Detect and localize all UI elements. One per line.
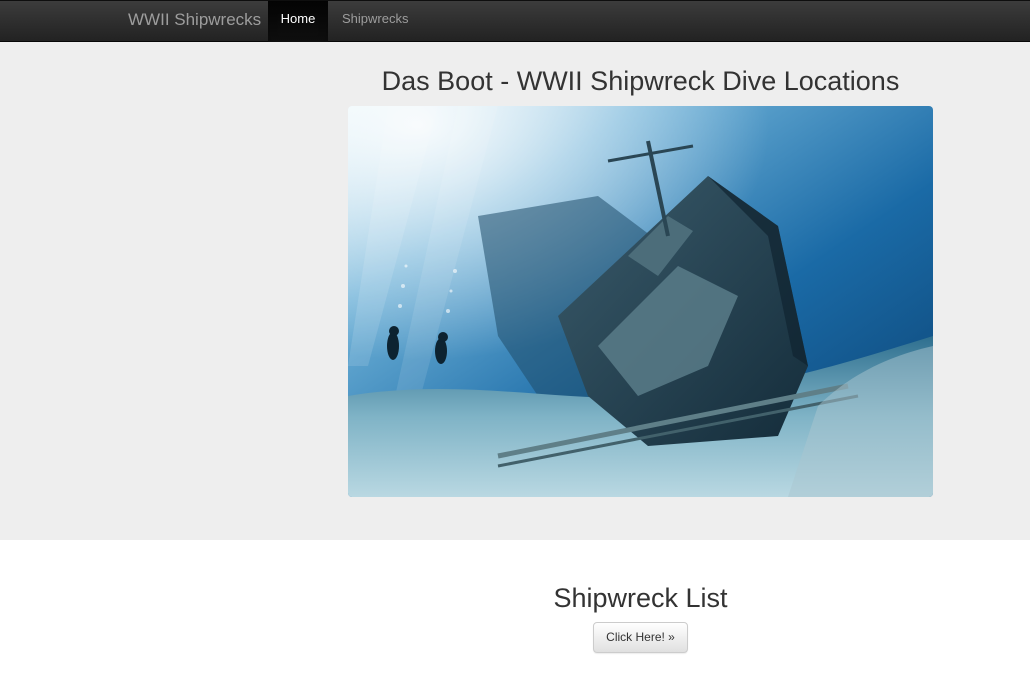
shipwreck-illustration [348,106,933,497]
hero-shipwreck-image [348,106,933,497]
click-here-button[interactable]: Click Here! » [593,622,688,653]
hero-title: Das Boot - WWII Shipwreck Dive Locations [381,66,900,96]
nav-item-home[interactable]: Home [268,1,328,42]
nav-item-shipwrecks[interactable]: Shipwrecks [342,1,408,42]
top-navbar: WWII Shipwrecks Home Shipwrecks [0,0,1030,42]
shipwreck-list-heading: Shipwreck List [553,583,728,613]
navbar-brand[interactable]: WWII Shipwrecks [128,10,261,30]
